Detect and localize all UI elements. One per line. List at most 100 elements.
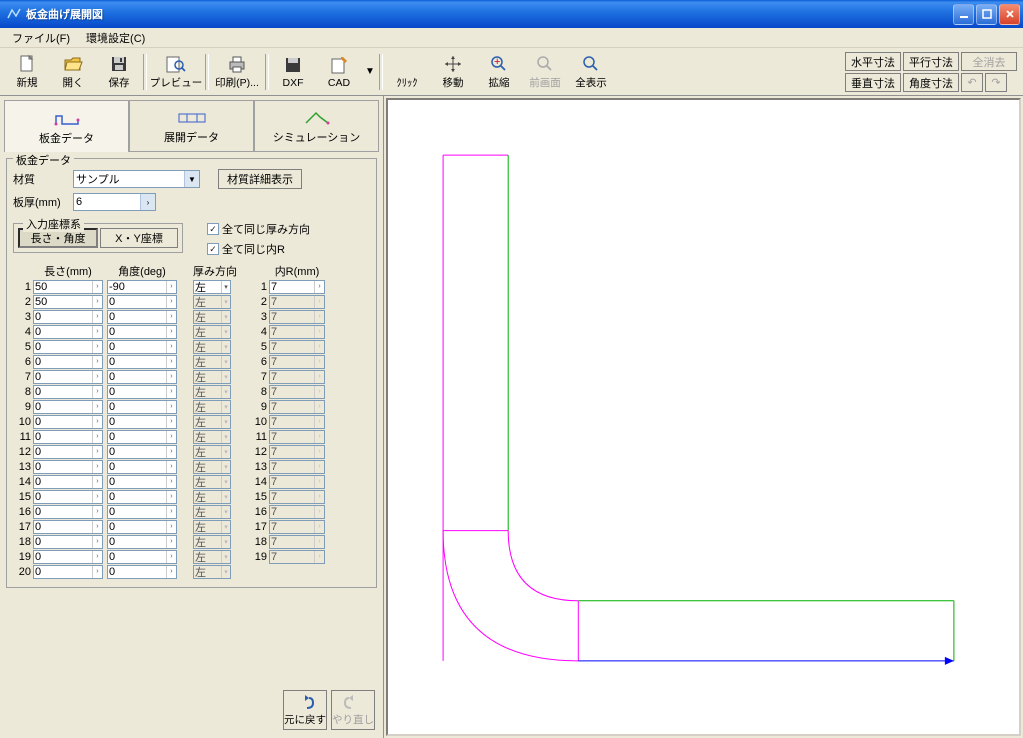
grid-cell-step-icon[interactable]: › <box>92 281 102 293</box>
grid-cell-step-icon[interactable]: › <box>166 401 176 413</box>
grid-cell-step-icon[interactable]: › <box>166 551 176 563</box>
horiz-dim-button[interactable]: 水平寸法 <box>845 52 901 71</box>
grid-cell-input[interactable] <box>34 491 92 503</box>
grid-cell-step-icon[interactable]: › <box>92 446 102 458</box>
coord-xy-button[interactable]: X・Y座標 <box>100 228 178 248</box>
grid-cell-step-icon[interactable]: › <box>314 281 324 293</box>
material-combo[interactable]: ▼ <box>73 170 200 188</box>
grid-cell[interactable]: › <box>33 520 103 534</box>
grid-cell-step-icon[interactable]: › <box>92 506 102 518</box>
grid-cell[interactable]: › <box>107 535 177 549</box>
minimize-button[interactable] <box>953 4 974 25</box>
undo-button[interactable]: 元に戻す <box>283 690 327 730</box>
grid-cell-input[interactable] <box>108 326 166 338</box>
grid-cell-step-icon[interactable]: › <box>166 536 176 548</box>
material-input[interactable] <box>74 171 184 187</box>
grid-cell-step-icon[interactable]: › <box>92 491 102 503</box>
grid-cell[interactable]: › <box>107 565 177 579</box>
vert-dim-button[interactable]: 垂直寸法 <box>845 73 901 92</box>
new-button[interactable]: 新規 <box>4 50 50 93</box>
para-dim-button[interactable]: 平行寸法 <box>903 52 959 71</box>
grid-cell[interactable]: › <box>33 565 103 579</box>
grid-cell-step-icon[interactable]: › <box>166 311 176 323</box>
tab-sheet[interactable]: 板金データ <box>4 100 129 152</box>
grid-cell[interactable]: › <box>107 520 177 534</box>
grid-cell-step-icon[interactable]: › <box>166 491 176 503</box>
grid-cell-input[interactable] <box>108 281 166 293</box>
grid-cell[interactable]: › <box>33 340 103 354</box>
grid-cell[interactable]: › <box>33 460 103 474</box>
grid-cell-step-icon[interactable]: › <box>92 356 102 368</box>
grid-cell-step-icon[interactable]: › <box>92 371 102 383</box>
grid-cell-input[interactable] <box>108 536 166 548</box>
menu-file[interactable]: ファイル(F) <box>4 28 78 48</box>
grid-cell[interactable]: › <box>33 385 103 399</box>
grid-cell[interactable]: › <box>33 505 103 519</box>
print-button[interactable]: 印刷(P)... <box>210 50 264 93</box>
grid-cell-input[interactable] <box>108 521 166 533</box>
grid-cell-step-icon[interactable]: › <box>166 431 176 443</box>
grid-cell-input[interactable] <box>34 401 92 413</box>
grid-cell[interactable]: › <box>33 310 103 324</box>
grid-cell-step-icon[interactable]: › <box>166 341 176 353</box>
grid-cell-step-icon[interactable]: › <box>92 341 102 353</box>
grid-cell-input[interactable] <box>108 401 166 413</box>
grid-cell[interactable]: › <box>33 445 103 459</box>
grid-cell[interactable]: › <box>107 310 177 324</box>
cad-button[interactable]: CAD <box>316 50 362 93</box>
dxf-button[interactable]: DXF <box>270 50 316 93</box>
grid-cell-step-icon[interactable]: › <box>166 326 176 338</box>
close-button[interactable] <box>999 4 1020 25</box>
grid-cell-input[interactable] <box>108 431 166 443</box>
grid-cell-step-icon[interactable]: › <box>166 371 176 383</box>
grid-cell-step-icon[interactable]: › <box>92 326 102 338</box>
grid-cell[interactable]: › <box>33 415 103 429</box>
same-thickness-check[interactable]: ✓全て同じ厚み方向 <box>207 221 310 237</box>
grid-cell-step-icon[interactable]: › <box>92 461 102 473</box>
save-button[interactable]: 保存 <box>96 50 142 93</box>
grid-cell-input[interactable] <box>108 386 166 398</box>
maximize-button[interactable] <box>976 4 997 25</box>
grid-cell-input[interactable] <box>34 311 92 323</box>
grid-cell-input[interactable] <box>108 551 166 563</box>
grid-cell-step-icon[interactable]: › <box>92 296 102 308</box>
grid-cell[interactable]: › <box>107 370 177 384</box>
grid-cell-input[interactable] <box>34 416 92 428</box>
grid-cell[interactable]: › <box>33 430 103 444</box>
thickness-input[interactable] <box>74 194 140 210</box>
cad-dropdown[interactable]: ▼ <box>362 50 378 93</box>
grid-cell-input[interactable] <box>34 281 92 293</box>
grid-cell-input[interactable] <box>108 296 166 308</box>
grid-cell[interactable]: › <box>33 400 103 414</box>
grid-cell[interactable]: › <box>107 280 177 294</box>
open-button[interactable]: 開く <box>50 50 96 93</box>
grid-cell[interactable]: › <box>107 415 177 429</box>
grid-cell[interactable]: › <box>33 550 103 564</box>
grid-cell-step-icon[interactable]: › <box>92 401 102 413</box>
grid-cell-step-icon[interactable]: › <box>166 296 176 308</box>
grid-cell-step-icon[interactable]: › <box>166 461 176 473</box>
grid-cell-step-icon[interactable]: › <box>92 416 102 428</box>
grid-cell-step-icon[interactable]: ▾ <box>221 281 230 293</box>
menu-env[interactable]: 環境設定(C) <box>78 28 153 48</box>
grid-cell[interactable]: › <box>107 445 177 459</box>
grid-cell-step-icon[interactable]: › <box>166 356 176 368</box>
grid-cell-step-icon[interactable]: › <box>166 521 176 533</box>
grid-cell-step-icon[interactable]: › <box>166 506 176 518</box>
same-r-check[interactable]: ✓全て同じ内R <box>207 241 310 257</box>
click-button[interactable]: ｸﾘｯｸ <box>384 50 430 93</box>
grid-cell[interactable]: › <box>33 280 103 294</box>
grid-cell[interactable]: › <box>107 505 177 519</box>
grid-cell[interactable]: › <box>107 430 177 444</box>
grid-cell-input[interactable] <box>34 446 92 458</box>
grid-cell-input[interactable] <box>108 416 166 428</box>
grid-cell-input[interactable] <box>34 356 92 368</box>
grid-cell-input[interactable] <box>108 311 166 323</box>
grid-cell[interactable]: › <box>33 490 103 504</box>
all-button[interactable]: 全表示 <box>568 50 614 93</box>
grid-cell-input[interactable] <box>108 356 166 368</box>
grid-cell[interactable]: › <box>107 295 177 309</box>
grid-cell[interactable]: › <box>33 325 103 339</box>
angle-dim-button[interactable]: 角度寸法 <box>903 73 959 92</box>
grid-cell-input[interactable] <box>34 386 92 398</box>
